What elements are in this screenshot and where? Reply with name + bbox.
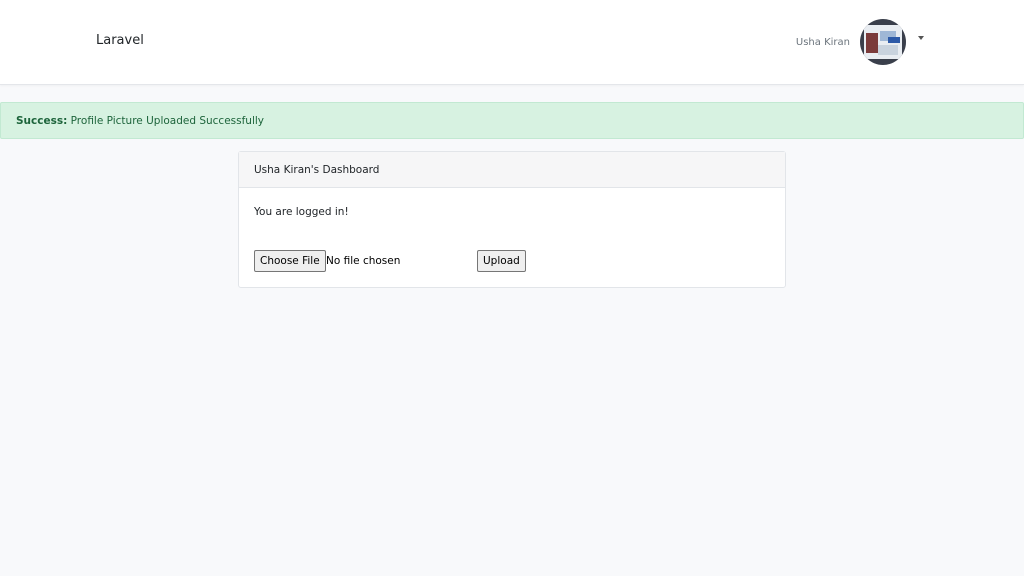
avatar-image-part bbox=[878, 45, 898, 55]
dashboard-card: Usha Kiran's Dashboard You are logged in… bbox=[238, 151, 786, 288]
upload-button[interactable]: Upload bbox=[477, 250, 526, 272]
alert-label: Success: bbox=[16, 114, 68, 127]
avatar-image-part bbox=[888, 37, 900, 43]
user-name: Usha Kiran bbox=[795, 36, 850, 48]
card-header: Usha Kiran's Dashboard bbox=[239, 152, 785, 188]
success-alert: Success: Profile Picture Uploaded Succes… bbox=[0, 102, 1024, 139]
file-status-text: No file chosen bbox=[326, 255, 401, 267]
avatar-image-part bbox=[866, 33, 878, 53]
top-navbar: Laravel Usha Kiran bbox=[0, 0, 1024, 85]
avatar[interactable] bbox=[860, 19, 906, 65]
user-dropdown-toggle[interactable]: Usha Kiran bbox=[796, 19, 924, 65]
caret-down-icon[interactable] bbox=[918, 36, 924, 40]
login-status-text: You are logged in! bbox=[254, 206, 349, 218]
alert-content: Success: Profile Picture Uploaded Succes… bbox=[1, 115, 264, 127]
brand-link[interactable]: Laravel bbox=[96, 33, 144, 48]
choose-file-button[interactable]: Choose File bbox=[254, 250, 326, 272]
alert-message: Profile Picture Uploaded Successfully bbox=[70, 114, 265, 127]
